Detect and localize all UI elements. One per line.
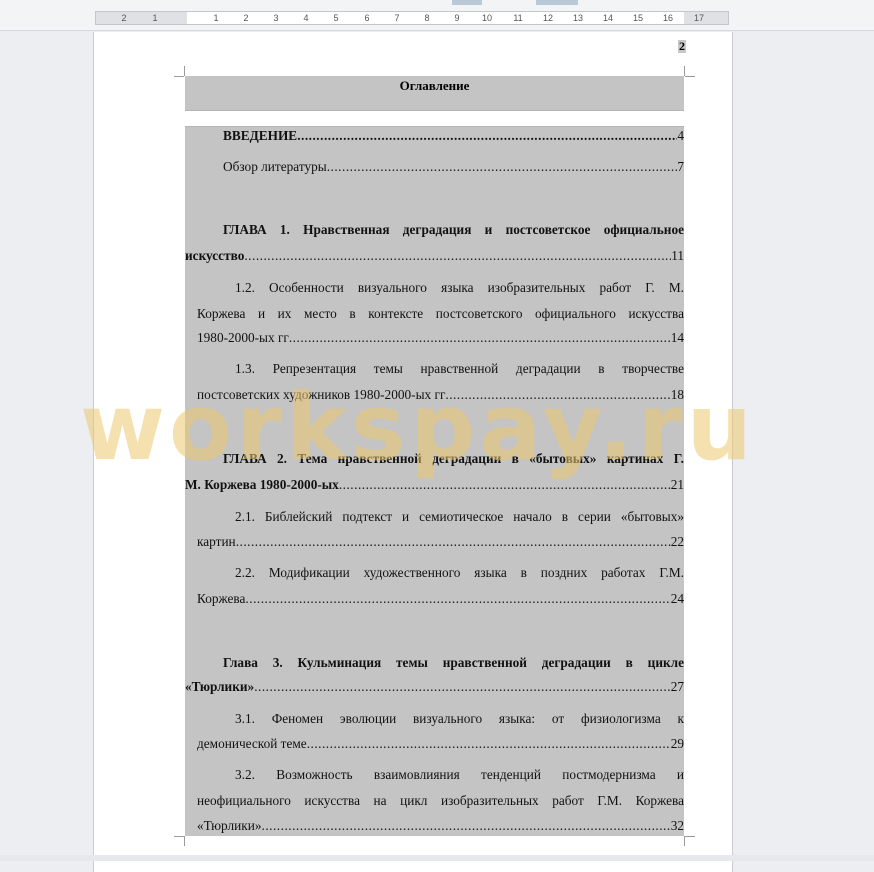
toc-entry-chapter-1[interactable]: искусство 11 bbox=[185, 247, 684, 265]
toc-leader bbox=[245, 590, 670, 608]
toc-entry-text: Коржева bbox=[197, 591, 246, 606]
toc-section-1-2-line[interactable]: Коржева и их место в контексте постсовет… bbox=[197, 305, 684, 323]
ruler-tick: 14 bbox=[602, 13, 614, 23]
ruler-tick: 7 bbox=[394, 13, 400, 23]
toc-chapter-3-line[interactable]: Глава 3. Кульминация темы нравственной д… bbox=[223, 654, 684, 672]
toc-entry-chapter-3[interactable]: «Тюрлики» 27 bbox=[185, 678, 684, 696]
toc-entry-literature[interactable]: Обзор литературы 7 bbox=[223, 158, 684, 176]
toc-entry-section-3-2[interactable]: «Тюрлики» 32 bbox=[197, 817, 684, 835]
ruler-tick: 16 bbox=[662, 13, 674, 23]
crop-mark bbox=[184, 66, 185, 76]
ruler-tick: 15 bbox=[632, 13, 644, 23]
ruler-tick: 5 bbox=[333, 13, 339, 23]
ruler-tick: 1 bbox=[213, 13, 219, 23]
toc-section-1-2-line[interactable]: 1.2. Особенности визуального языка изобр… bbox=[235, 279, 684, 297]
toc-entry-section-2-2[interactable]: Коржева 24 bbox=[197, 590, 684, 608]
ruler-left-margin bbox=[96, 12, 187, 24]
toc-leader bbox=[307, 735, 671, 753]
toc-page: 11 bbox=[671, 248, 684, 263]
toc-leader bbox=[339, 476, 671, 494]
crop-mark bbox=[685, 76, 695, 77]
ruler-right-margin bbox=[684, 12, 728, 24]
ruler-bar: 2 1 1 2 3 4 5 6 7 8 9 10 11 12 13 14 15 … bbox=[0, 0, 874, 31]
toc-leader bbox=[289, 329, 671, 347]
toc-section-2-1-line[interactable]: 2.1. Библейский подтекст и семиотическое… bbox=[235, 508, 684, 526]
toc-entry-text: 1980-2000-ых гг bbox=[197, 330, 289, 345]
toc-entry-text: демонической теме bbox=[197, 736, 307, 751]
toc-leader bbox=[297, 127, 677, 145]
toc-entry-text: «Тюрлики» bbox=[185, 679, 255, 694]
toc-leader bbox=[244, 247, 671, 265]
crop-mark bbox=[174, 836, 184, 837]
toc-page: 32 bbox=[670, 818, 684, 833]
toc-leader bbox=[262, 817, 671, 835]
toc-entry-text: Обзор литературы bbox=[223, 159, 327, 174]
ruler-indent-marker[interactable] bbox=[452, 0, 482, 5]
toc-page: 22 bbox=[670, 534, 684, 549]
toc-entry-text: искусство bbox=[185, 248, 245, 263]
toc-leader bbox=[254, 678, 671, 696]
ruler-tick: 8 bbox=[424, 13, 430, 23]
ruler-tick: 11 bbox=[513, 13, 523, 23]
toc-entry-text: М. Коржева 1980-2000-ых bbox=[185, 477, 339, 492]
ruler-tick: 17 bbox=[693, 13, 705, 23]
toc-entry-intro[interactable]: ВВЕДЕНИЕ 4 bbox=[223, 127, 684, 145]
crop-mark bbox=[684, 66, 685, 76]
toc-entry-text: «Тюрлики» bbox=[197, 818, 262, 833]
crop-mark bbox=[174, 76, 184, 77]
ruler-tick: 1 bbox=[152, 13, 158, 23]
toc-leader bbox=[236, 533, 671, 551]
toc-entry-text: картин bbox=[197, 534, 236, 549]
toc-page: 29 bbox=[670, 736, 684, 751]
toc-page: 4 bbox=[677, 128, 684, 143]
toc-entry-text: ВВЕДЕНИЕ bbox=[223, 128, 298, 143]
toc-title: Оглавление bbox=[399, 78, 470, 93]
toc-section-2-2-line[interactable]: 2.2. Модификации художественного языка в… bbox=[235, 564, 684, 582]
toc-section-3-1-line[interactable]: 3.1. Феномен эволюции визуального языка:… bbox=[235, 710, 684, 728]
page-number: 2 bbox=[678, 39, 686, 53]
toc-page: 18 bbox=[670, 387, 684, 402]
toc-entry-section-1-2[interactable]: 1980-2000-ых гг 14 bbox=[197, 329, 684, 347]
page-gap bbox=[0, 855, 874, 861]
ruler-tick: 9 bbox=[454, 13, 460, 23]
toc-entry-section-3-1[interactable]: демонической теме 29 bbox=[197, 735, 684, 753]
ruler-tick: 3 bbox=[273, 13, 279, 23]
toc-section-3-2-line[interactable]: 3.2. Возможность взаимовлияния тенденций… bbox=[235, 766, 684, 784]
ruler-tick: 13 bbox=[572, 13, 584, 23]
toc-page: 14 bbox=[670, 330, 684, 345]
ruler-tick: 2 bbox=[121, 13, 127, 23]
toc-chapter-1-line[interactable]: ГЛАВА 1. Нравственная деградация и постс… bbox=[223, 221, 684, 239]
toc-page: 21 bbox=[670, 477, 684, 492]
toc-chapter-2-line[interactable]: ГЛАВА 2. Тема нравственной деградации в … bbox=[223, 450, 684, 468]
crop-mark bbox=[184, 836, 185, 846]
toc-section-1-3-line[interactable]: 1.3. Репрезентация темы нравственной дег… bbox=[235, 360, 684, 378]
toc-entry-section-1-3[interactable]: постсоветских художников 1980-2000-ых гг… bbox=[197, 386, 684, 404]
toc-entry-section-2-1[interactable]: картин 22 bbox=[197, 533, 684, 551]
ruler-tick: 10 bbox=[481, 13, 493, 23]
toc-leader bbox=[445, 386, 670, 404]
horizontal-ruler[interactable]: 2 1 1 2 3 4 5 6 7 8 9 10 11 12 13 14 15 … bbox=[95, 11, 729, 25]
toc-page: 27 bbox=[670, 679, 684, 694]
crop-mark bbox=[684, 836, 685, 846]
toc-section-3-2-line[interactable]: неофициального искусства на цикл изобраз… bbox=[197, 792, 684, 810]
ruler-tick: 6 bbox=[364, 13, 370, 23]
ruler-tick: 2 bbox=[243, 13, 249, 23]
empty-paragraph bbox=[185, 110, 684, 127]
toc-page: 7 bbox=[677, 159, 684, 174]
toc-entry-chapter-2[interactable]: М. Коржева 1980-2000-ых 21 bbox=[185, 476, 684, 494]
crop-mark bbox=[685, 836, 695, 837]
ruler-indent-marker[interactable] bbox=[536, 0, 578, 5]
toc-entry-text: постсоветских художников 1980-2000-ых гг bbox=[197, 387, 446, 402]
toc-page: 24 bbox=[670, 591, 684, 606]
ruler-tick: 4 bbox=[303, 13, 309, 23]
toc-leader bbox=[327, 158, 678, 176]
ruler-tick: 12 bbox=[542, 13, 554, 23]
